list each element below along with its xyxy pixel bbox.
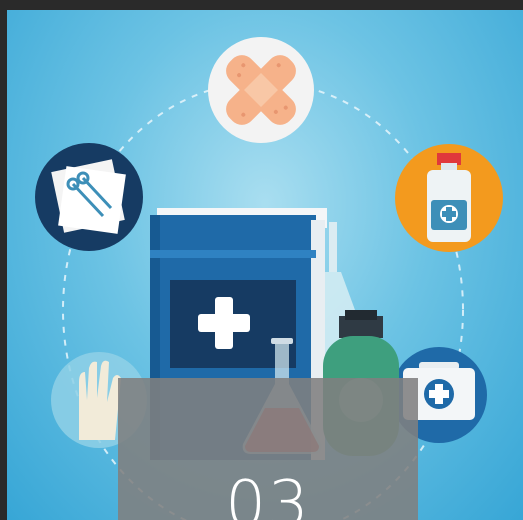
bandage-icon — [208, 37, 314, 143]
medicine-bottle-icon — [395, 144, 503, 252]
card-frame: 03 — [0, 0, 523, 520]
number-overlay: 03 — [118, 378, 418, 520]
card-number: 03 — [225, 468, 311, 520]
gauze-pins-icon — [35, 143, 143, 251]
